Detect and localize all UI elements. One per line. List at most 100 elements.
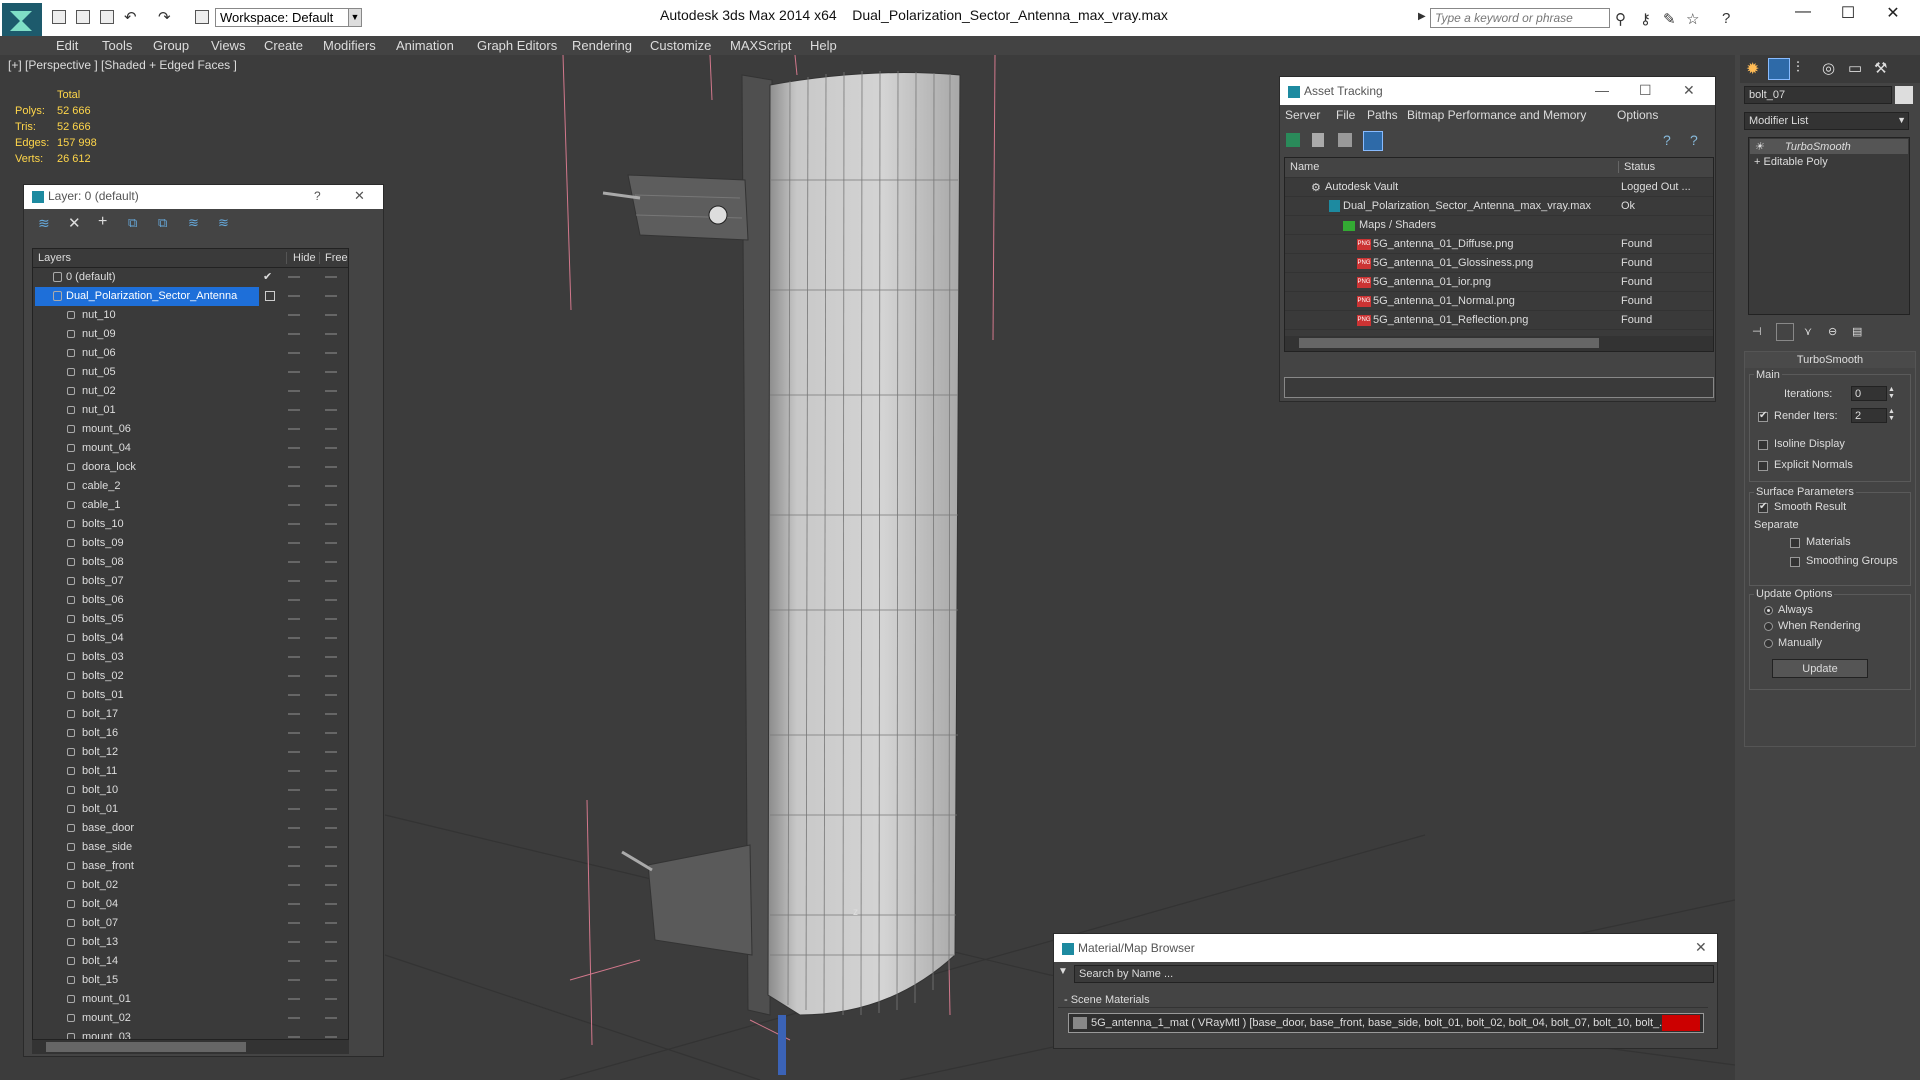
menu-options[interactable]: Options	[1617, 108, 1658, 122]
scene-materials-group[interactable]: - Scene Materials	[1058, 992, 1708, 1008]
asset-table[interactable]: Name Status ⚙ Autodesk Vault Logged Out ..…	[1284, 157, 1714, 352]
spinner-arrows-icon[interactable]: ▲ ▼	[1888, 408, 1895, 422]
hide-toggle[interactable]	[288, 751, 300, 753]
layer-object-row[interactable]: bolt_16	[33, 724, 348, 743]
maximize-icon[interactable]: ☐	[1828, 3, 1868, 23]
stack-item-editable-poly[interactable]: + Editable Poly	[1750, 155, 1908, 170]
freeze-toggle[interactable]	[325, 656, 337, 658]
hide-toggle[interactable]	[288, 903, 300, 905]
layers-tree[interactable]: Layers Hide Freeze 0 (default) ✔ Dual_Pol…	[32, 248, 349, 1040]
layer-object-row[interactable]: bolts_04	[33, 629, 348, 648]
hide-toggle[interactable]	[288, 618, 300, 620]
hide-toggle[interactable]	[288, 580, 300, 582]
hide-toggle[interactable]	[288, 865, 300, 867]
hide-toggle[interactable]	[288, 276, 300, 278]
hide-toggle[interactable]	[288, 770, 300, 772]
freeze-toggle[interactable]	[325, 599, 337, 601]
close-icon[interactable]: ✕	[1695, 939, 1707, 956]
hide-toggle[interactable]	[288, 998, 300, 1000]
freeze-toggle[interactable]	[325, 523, 337, 525]
hide-toggle[interactable]	[288, 979, 300, 981]
minimize-icon[interactable]: —	[1595, 82, 1609, 98]
iterations-spinner[interactable]: 0	[1851, 386, 1887, 401]
layer-object-row[interactable]: bolt_12	[33, 743, 348, 762]
freeze-toggle[interactable]	[325, 561, 337, 563]
tools-icon[interactable]: ✎	[1663, 10, 1676, 28]
hide-toggle[interactable]	[288, 1036, 300, 1038]
close-icon[interactable]: ✕	[1873, 3, 1913, 23]
menu-file[interactable]: File	[1336, 108, 1355, 122]
freeze-toggle[interactable]	[325, 276, 337, 278]
configure-sets-icon[interactable]: ▤	[1852, 325, 1862, 338]
chevron-down-icon[interactable]: ▼	[1897, 115, 1906, 125]
freeze-toggle[interactable]	[325, 1036, 337, 1038]
freeze-toggle[interactable]	[325, 504, 337, 506]
freeze-toggle[interactable]	[325, 808, 337, 810]
close-icon[interactable]: ✕	[354, 188, 365, 204]
menu-modifiers[interactable]: Modifiers	[323, 38, 376, 53]
hide-toggle[interactable]	[288, 314, 300, 316]
menu-server[interactable]: Server	[1285, 108, 1320, 122]
hide-toggle[interactable]	[288, 466, 300, 468]
hide-toggle[interactable]	[288, 561, 300, 563]
pin-stack-icon[interactable]: ⊣	[1752, 325, 1762, 338]
always-radio[interactable]	[1764, 606, 1773, 615]
binoculars-icon[interactable]: ⚲	[1615, 10, 1626, 28]
freeze-toggle[interactable]	[325, 314, 337, 316]
freeze-toggle[interactable]	[325, 428, 337, 430]
col-freeze[interactable]: Freeze	[319, 252, 348, 264]
menu-graph-editors[interactable]: Graph Editors	[477, 38, 557, 53]
help-search-input[interactable]: Type a keyword or phrase	[1430, 8, 1610, 28]
hide-toggle[interactable]	[288, 447, 300, 449]
hide-toggle[interactable]	[288, 523, 300, 525]
hide-toggle[interactable]	[288, 371, 300, 373]
asset-path-field[interactable]	[1284, 377, 1714, 398]
layer-row-default[interactable]: 0 (default) ✔	[33, 268, 348, 287]
materials-checkbox[interactable]	[1790, 538, 1800, 548]
hide-toggle[interactable]	[288, 656, 300, 658]
horizontal-scrollbar[interactable]	[32, 1040, 349, 1054]
hide-toggle[interactable]	[288, 827, 300, 829]
layer-object-row[interactable]: base_door	[33, 819, 348, 838]
freeze-toggle[interactable]	[325, 789, 337, 791]
freeze-toggle[interactable]	[325, 295, 337, 297]
help-icon[interactable]: ?	[1722, 10, 1730, 27]
material-search-input[interactable]: Search by Name ...	[1074, 965, 1714, 983]
table-view-icon[interactable]	[1363, 131, 1383, 151]
layer-object-row[interactable]: bolts_03	[33, 648, 348, 667]
active-box[interactable]	[265, 291, 275, 301]
hide-toggle[interactable]	[288, 390, 300, 392]
freeze-toggle[interactable]	[325, 333, 337, 335]
asset-row-map[interactable]: PNG 5G_antenna_01_Normal.png Found	[1285, 292, 1713, 311]
layer-object-row[interactable]: bolts_09	[33, 534, 348, 553]
freeze-toggle[interactable]	[325, 409, 337, 411]
hide-toggle[interactable]	[288, 409, 300, 411]
hide-toggle[interactable]	[288, 428, 300, 430]
modifier-list-dropdown[interactable]: Modifier List ▼	[1744, 112, 1909, 130]
asset-row-vault[interactable]: ⚙ Autodesk Vault Logged Out ...	[1285, 178, 1713, 197]
freeze-toggle[interactable]	[325, 941, 337, 943]
layer-object-row[interactable]: bolt_04	[33, 895, 348, 914]
stack-item-turbosmooth[interactable]: ☀ TurboSmooth	[1750, 139, 1908, 154]
freeze-toggle[interactable]	[325, 390, 337, 392]
viewport-label[interactable]: [+] [Perspective ] [Shaded + Edged Faces…	[8, 58, 237, 72]
asset-row-map[interactable]: PNG 5G_antenna_01_Glossiness.png Found	[1285, 254, 1713, 273]
layer-object-row[interactable]: nut_09	[33, 325, 348, 344]
star-icon[interactable]: ☆	[1686, 10, 1699, 28]
scroll-thumb[interactable]	[1299, 338, 1599, 348]
freeze-toggle[interactable]	[325, 960, 337, 962]
render-iters-checkbox[interactable]: ✔	[1758, 410, 1768, 422]
layer-object-row[interactable]: bolt_15	[33, 971, 348, 990]
key-icon[interactable]: ⚷	[1640, 10, 1651, 28]
horizontal-scrollbar[interactable]	[1285, 336, 1713, 351]
hide-all-icon[interactable]: ≋	[218, 215, 229, 231]
new-file-icon[interactable]	[52, 10, 66, 24]
layer-object-row[interactable]: mount_02	[33, 1009, 348, 1028]
layer-object-row[interactable]: doora_lock	[33, 458, 348, 477]
app-logo-icon[interactable]	[2, 3, 42, 37]
freeze-toggle[interactable]	[325, 447, 337, 449]
layer-object-row[interactable]: bolt_10	[33, 781, 348, 800]
freeze-toggle[interactable]	[325, 580, 337, 582]
explicit-normals-checkbox[interactable]	[1758, 461, 1768, 471]
asset-row-map[interactable]: PNG 5G_antenna_01_Reflection.png Found	[1285, 311, 1713, 330]
